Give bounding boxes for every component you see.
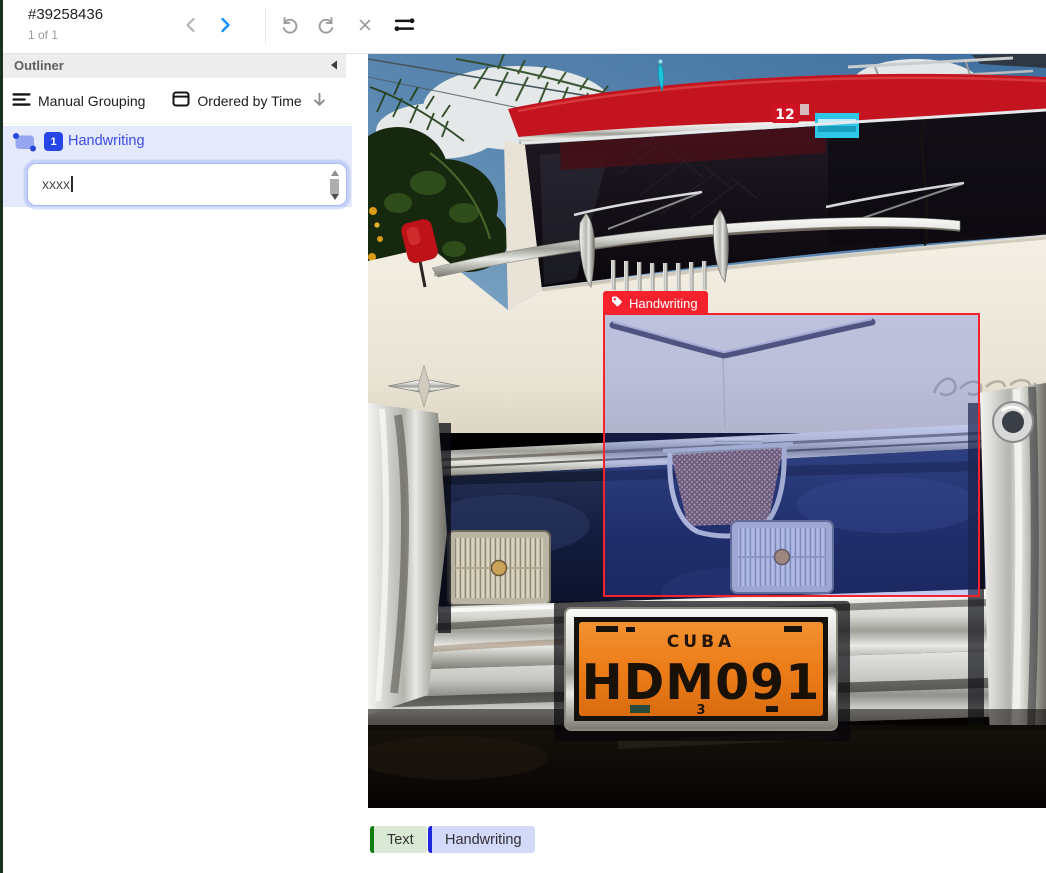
undo-icon <box>279 14 300 38</box>
sticker-number: 12 <box>775 107 794 123</box>
label-button-text[interactable]: Text <box>370 826 427 853</box>
group-lines-icon <box>12 90 31 112</box>
label-text: Text <box>387 832 414 848</box>
selected-region-block: 1 Handwriting xxxx <box>0 126 352 207</box>
left-triangle-icon <box>329 59 339 74</box>
ordered-by-time-label: Ordered by Time <box>197 93 301 109</box>
region-text-input[interactable]: xxxx <box>27 163 347 206</box>
region-text-value: xxxx <box>42 176 70 192</box>
scroll-down-arrow[interactable] <box>331 194 339 200</box>
sort-direction-button[interactable] <box>311 91 328 111</box>
redo-button[interactable] <box>309 8 343 44</box>
region-label: Handwriting <box>68 133 145 149</box>
chevron-right-icon <box>215 15 235 38</box>
top-bar: #39258436 1 of 1 <box>0 0 1046 54</box>
manual-grouping-button[interactable]: Manual Grouping <box>12 90 145 112</box>
bbox-label-tab[interactable]: Handwriting <box>603 291 708 315</box>
annotation-canvas[interactable]: 12 <box>368 53 1046 808</box>
ordered-by-time-button[interactable]: Ordered by Time <box>172 90 301 111</box>
region-index-badge: 1 <box>44 132 63 151</box>
rectangle-region-icon <box>11 130 38 160</box>
close-annotation-button[interactable] <box>348 8 382 44</box>
scroll-thumb[interactable] <box>330 179 339 194</box>
collapse-panel-button[interactable] <box>326 58 342 74</box>
window-icon <box>172 90 190 111</box>
text-caret <box>71 176 73 192</box>
label-text: Handwriting <box>445 832 522 848</box>
plate-series: 3 <box>696 703 705 718</box>
label-button-handwriting[interactable]: Handwriting <box>428 826 535 853</box>
outliner-panel: Outliner Manual Grouping Ordered by Time <box>0 53 352 873</box>
chevron-left-icon <box>181 15 201 38</box>
input-scrollbar <box>327 168 342 201</box>
window-edge-strip <box>0 0 3 873</box>
tag-icon <box>610 295 623 311</box>
grouping-toolbar: Manual Grouping Ordered by Time <box>0 78 352 124</box>
scroll-up-arrow[interactable] <box>331 170 339 176</box>
prev-task-button[interactable] <box>174 8 208 44</box>
plate-country: CUBA <box>667 632 735 652</box>
topbar-divider <box>265 9 266 44</box>
bbox-label-text: Handwriting <box>629 296 698 311</box>
outliner-header: Outliner <box>0 53 346 78</box>
region-row-handwriting[interactable]: 1 Handwriting <box>0 126 352 158</box>
outliner-title: Outliner <box>14 58 64 73</box>
settings-button[interactable] <box>387 8 421 44</box>
undo-button[interactable] <box>272 8 306 44</box>
redo-icon <box>316 14 337 38</box>
arrow-down-icon <box>311 96 328 111</box>
next-task-button[interactable] <box>208 8 242 44</box>
license-plate: CUBA HDM091 3 <box>554 601 850 741</box>
task-id: #39258436 <box>28 6 103 23</box>
close-icon <box>355 15 375 38</box>
sliders-icon <box>393 13 416 39</box>
bbox-region-handwriting[interactable]: Handwriting <box>603 313 980 597</box>
task-counter: 1 of 1 <box>28 28 58 42</box>
manual-grouping-label: Manual Grouping <box>38 93 145 109</box>
